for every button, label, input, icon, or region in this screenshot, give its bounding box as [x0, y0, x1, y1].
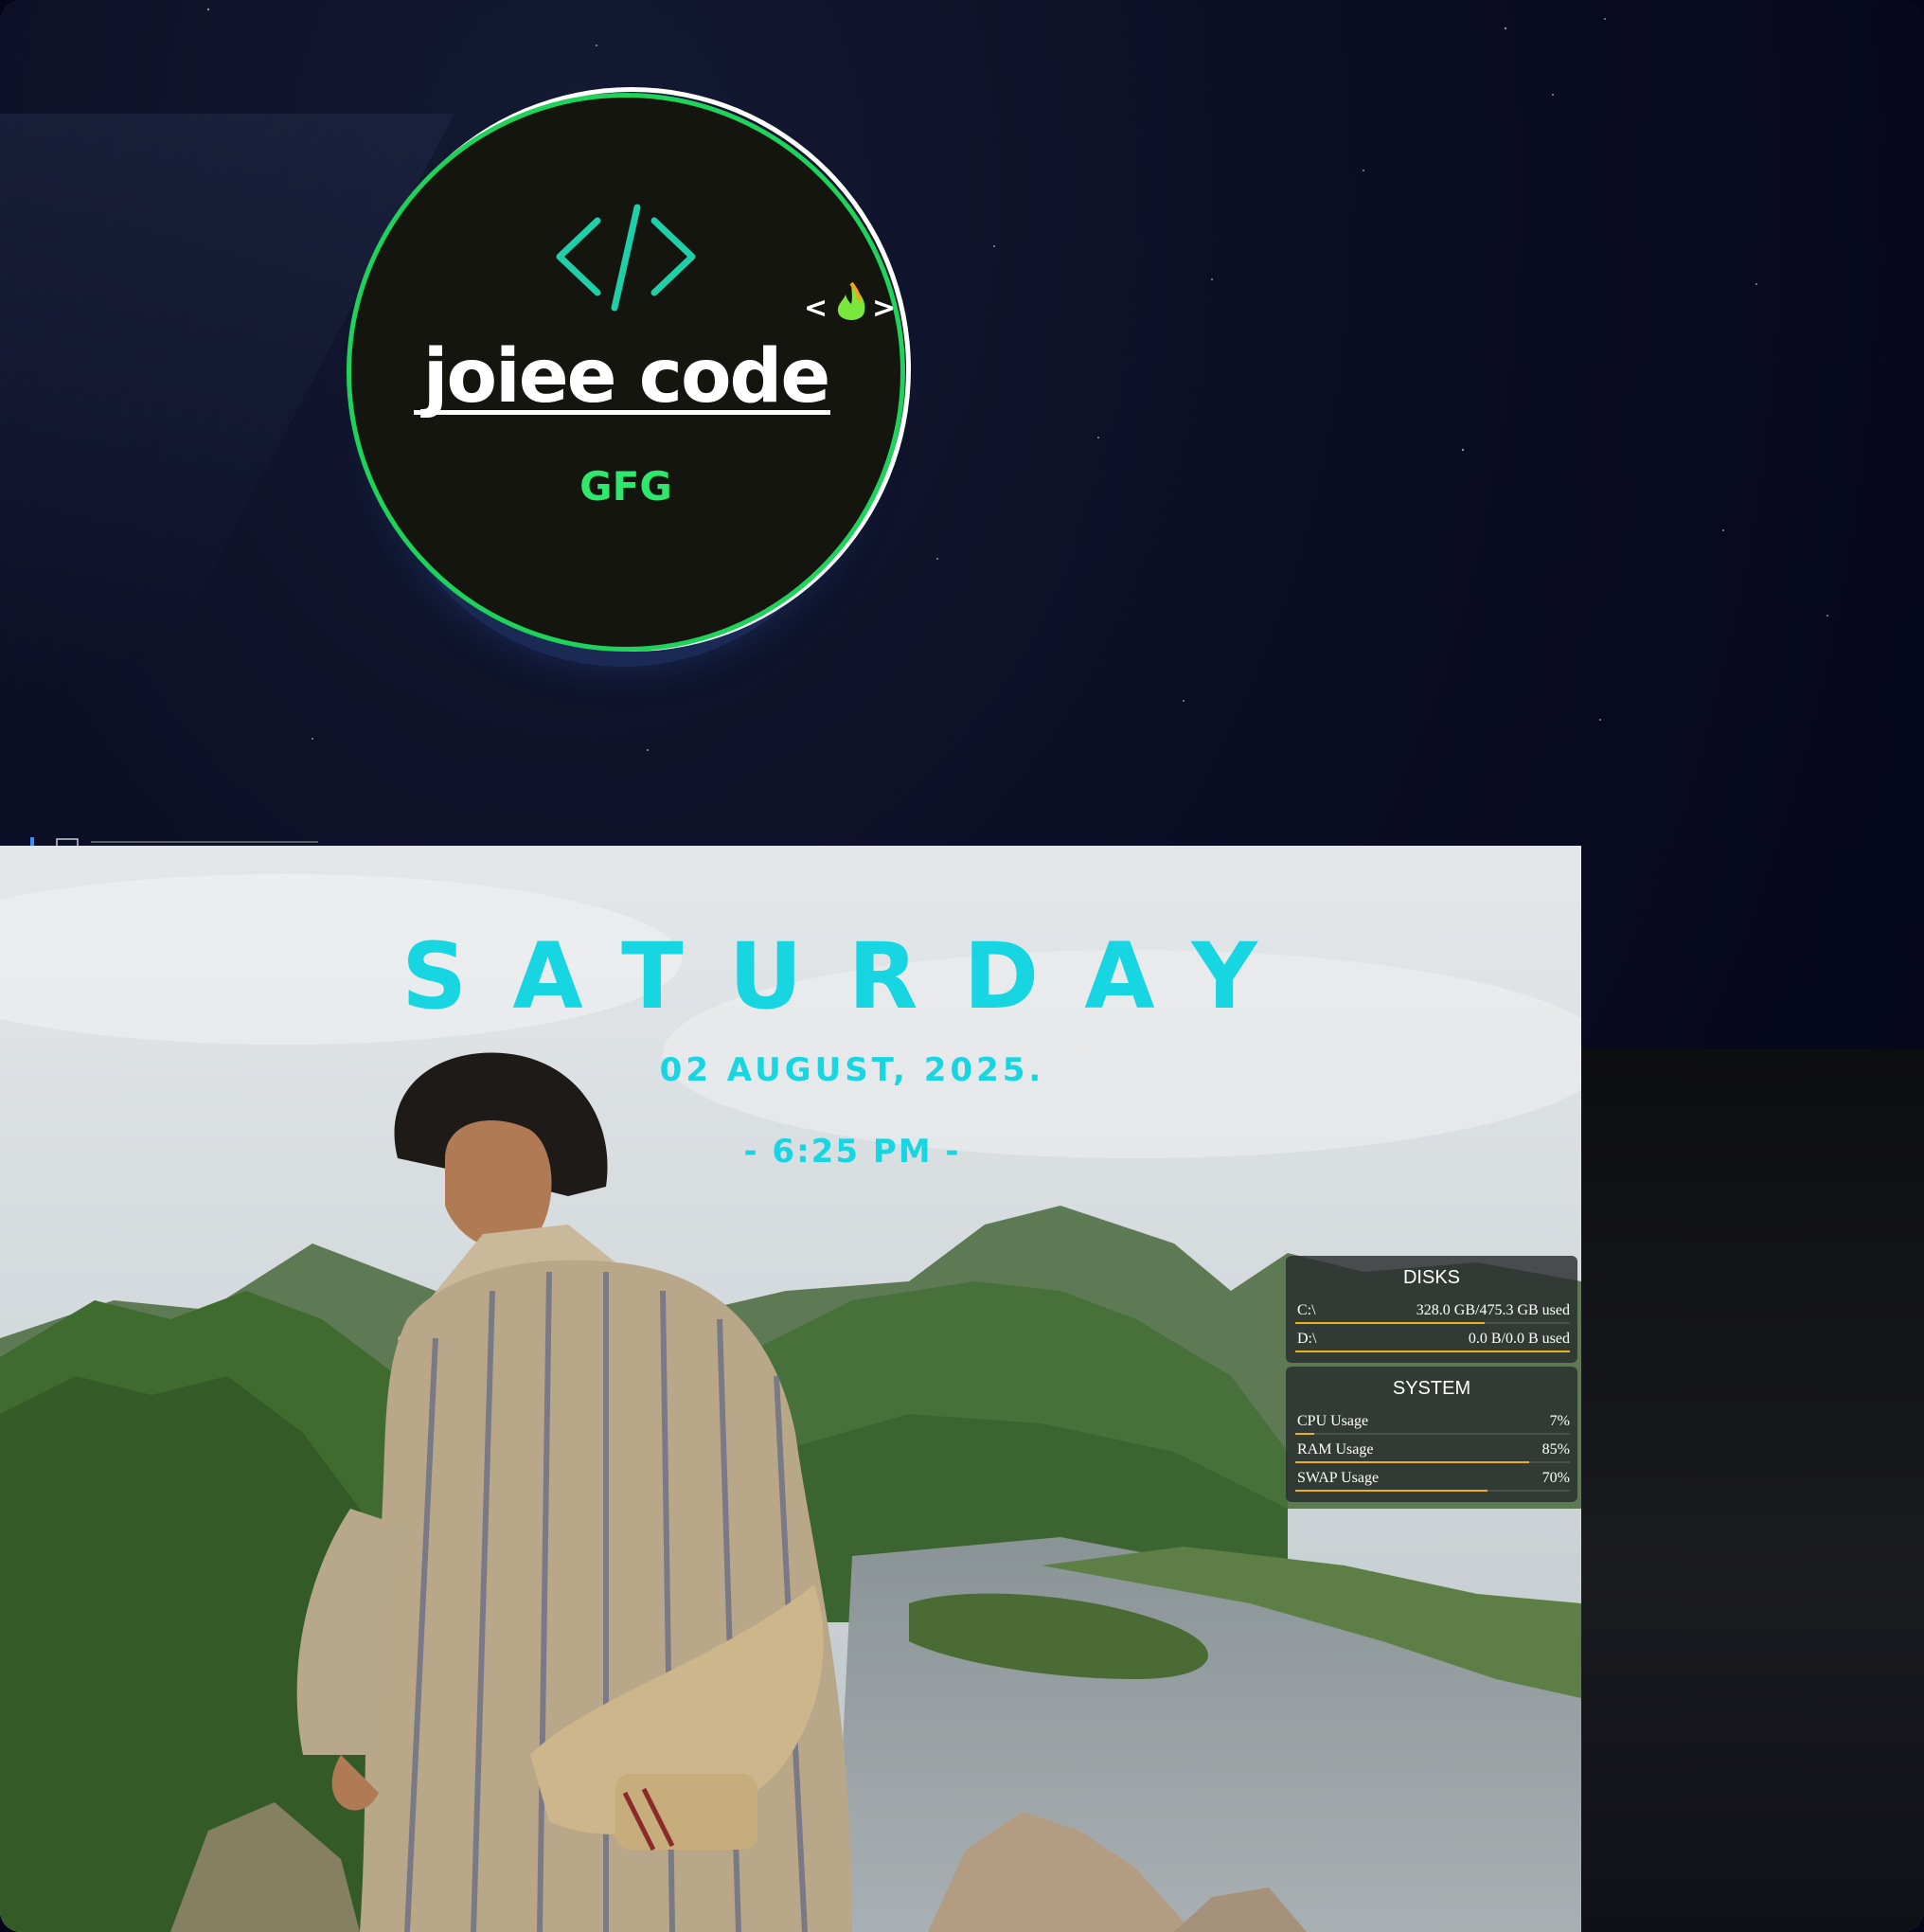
system-panel: SYSTEM CPU Usage 7% RAM Usage 85% SWAP U… [1286, 1367, 1577, 1502]
swap-usage-bar [1295, 1490, 1488, 1492]
desktop-screen: < > joiee code GFG SATURDAY 02 AUGUST, 2… [0, 0, 1924, 1932]
logo-badge: < > joiee code GFG [343, 83, 920, 667]
disks-panel: DISKS C:\ 328.0 GB/475.3 GB used D:\ 0.0… [1286, 1256, 1577, 1363]
logo-circle: < > joiee code GFG [347, 93, 905, 652]
disk-value: 0.0 B/0.0 B used [1468, 1331, 1570, 1347]
ram-usage-bar [1295, 1461, 1529, 1463]
disk-usage-bar [1295, 1351, 1570, 1352]
time-label: - 6:25 PM - [743, 1133, 961, 1171]
brand-underline [414, 410, 830, 415]
system-row: CPU Usage 7% [1292, 1409, 1572, 1438]
date-label: 02 AUGUST, 2025. [659, 1051, 1045, 1089]
system-label: CPU Usage [1297, 1413, 1369, 1429]
disk-label: D:\ [1297, 1331, 1317, 1347]
disk-usage-bar [1295, 1322, 1486, 1324]
day-label: SATURDAY [401, 923, 1303, 1029]
disk-row: C:\ 328.0 GB/475.3 GB used [1292, 1298, 1572, 1327]
svg-text:>: > [872, 292, 896, 325]
disk-value: 328.0 GB/475.3 GB used [1416, 1302, 1570, 1318]
system-value: 7% [1549, 1413, 1570, 1429]
disk-row: D:\ 0.0 B/0.0 B used [1292, 1327, 1572, 1355]
code-brackets-icon [556, 204, 696, 312]
disks-title: DISKS [1402, 1267, 1461, 1288]
svg-text:<: < [804, 292, 828, 325]
system-value: 70% [1541, 1470, 1570, 1486]
system-value: 85% [1541, 1441, 1570, 1458]
system-label: RAM Usage [1297, 1441, 1374, 1458]
system-title: SYSTEM [1392, 1378, 1471, 1399]
system-stats-widget: DISKS C:\ 328.0 GB/475.3 GB used D:\ 0.0… [1286, 1256, 1577, 1506]
disk-label: C:\ [1297, 1302, 1316, 1318]
system-row: RAM Usage 85% [1292, 1438, 1572, 1466]
system-label: SWAP Usage [1297, 1470, 1380, 1486]
dark-side-panel [1581, 1049, 1924, 1932]
brand-subtitle: GFG [579, 463, 672, 510]
cpu-usage-bar [1295, 1433, 1315, 1435]
brand-name: joiee code [422, 334, 831, 420]
fire-icon: < > [804, 281, 896, 325]
system-row: SWAP Usage 70% [1292, 1466, 1572, 1494]
